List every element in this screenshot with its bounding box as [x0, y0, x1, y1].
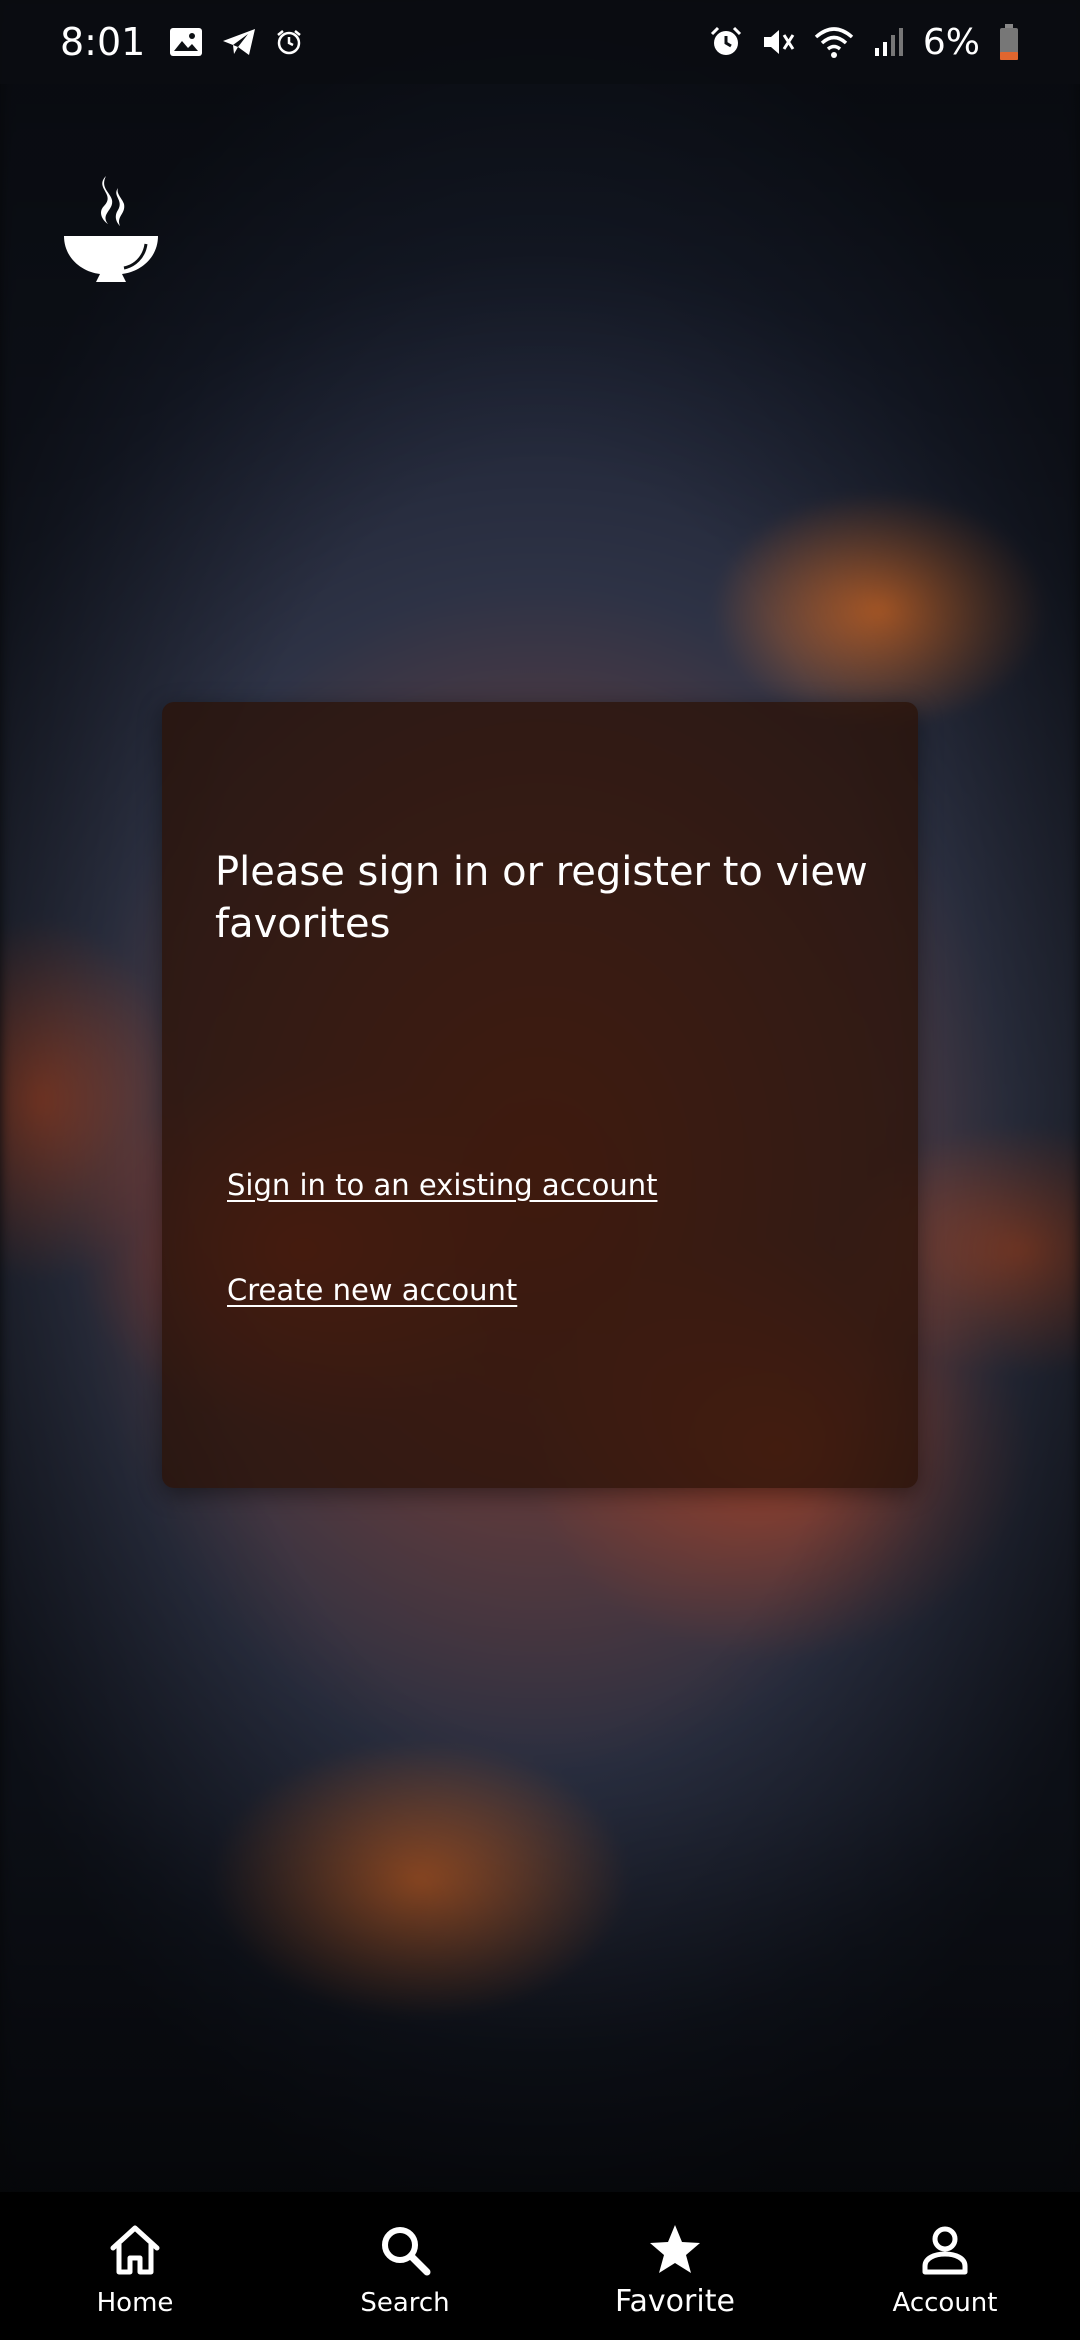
nav-label-search: Search [360, 2288, 450, 2318]
alarm-icon [709, 25, 743, 59]
create-account-link[interactable]: Create new account [227, 1273, 517, 1307]
nav-label-favorite: Favorite [615, 2284, 735, 2319]
status-bar: 8:01 6% [0, 0, 1080, 84]
sign-in-link[interactable]: Sign in to an existing account [227, 1168, 657, 1202]
nav-label-home: Home [96, 2288, 174, 2318]
nav-item-search[interactable]: Search [270, 2192, 540, 2340]
star-icon [650, 2225, 700, 2273]
nav-item-home[interactable]: Home [0, 2192, 270, 2340]
wifi-icon [813, 25, 855, 59]
alarm-clock-icon [275, 28, 303, 56]
status-time: 8:01 [60, 20, 146, 64]
nav-item-account[interactable]: Account [810, 2192, 1080, 2340]
nav-label-account: Account [892, 2288, 998, 2318]
search-icon [382, 2227, 431, 2276]
account-icon [922, 2226, 968, 2275]
favorites-screen: 8:01 6% Please sign in or register to vi… [0, 0, 1080, 2340]
nav-item-favorite[interactable]: Favorite [540, 2192, 810, 2340]
signal-icon [873, 26, 905, 58]
home-icon [110, 2225, 160, 2275]
status-bar-left: 8:01 [60, 20, 303, 64]
battery-percent: 6% [922, 21, 980, 63]
sign-in-prompt-message: Please sign in or register to view favor… [215, 849, 868, 947]
sign-in-prompt-card: Please sign in or register to view favor… [162, 702, 918, 1488]
steaming-bowl-icon [62, 170, 160, 290]
telegram-icon [221, 27, 257, 57]
bottom-navigation: Home Search Favorite Account [0, 2192, 1080, 2340]
battery-low-icon [998, 23, 1020, 61]
image-icon [169, 27, 203, 57]
mute-icon [761, 25, 795, 59]
status-bar-right: 6% [709, 22, 1020, 63]
